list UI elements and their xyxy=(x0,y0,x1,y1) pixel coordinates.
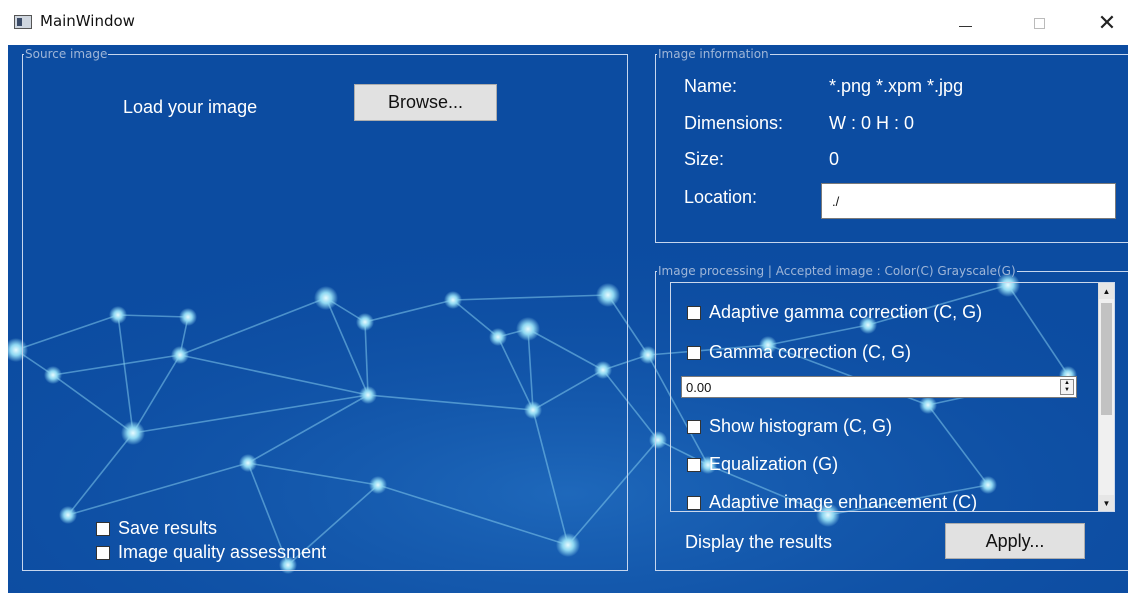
location-input[interactable]: ./ xyxy=(821,183,1116,219)
name-label: Name: xyxy=(684,76,738,96)
scroll-down-arrow-icon[interactable]: ▼ xyxy=(1099,495,1114,511)
client-area: Source image Load your image Browse... S… xyxy=(8,45,1128,593)
dimensions-label: Dimensions: xyxy=(684,113,784,133)
option-equalization-label: Equalization (G) xyxy=(709,454,839,474)
option-adaptive-enhancement-label: Adaptive image enhancement (C) xyxy=(709,492,978,511)
gamma-spinbox[interactable]: 0.00 ▲ ▼ xyxy=(681,376,1077,398)
quality-assessment-label: Image quality assessment xyxy=(118,542,327,562)
quality-assessment-box[interactable] xyxy=(96,545,110,560)
app-window-icon xyxy=(14,15,32,29)
location-label: Location: xyxy=(684,187,758,207)
scrollbar-thumb[interactable] xyxy=(1101,303,1112,415)
minimize-icon xyxy=(958,25,972,27)
option-gamma-correction-label: Gamma correction (C, G) xyxy=(709,342,912,362)
option-equalization-box[interactable] xyxy=(687,457,701,472)
gamma-value-input[interactable]: 0.00 xyxy=(681,376,1077,398)
save-results-box[interactable] xyxy=(96,521,110,536)
option-adaptive-gamma-label: Adaptive gamma correction (C, G) xyxy=(709,302,983,322)
window-title: MainWindow xyxy=(40,12,135,30)
processing-options-list[interactable]: Adaptive gamma correction (C, G) Gamma c… xyxy=(670,282,1115,512)
display-results-label: Display the results xyxy=(685,532,833,552)
vertical-scrollbar[interactable]: ▲ ▼ xyxy=(1098,283,1114,511)
option-adaptive-gamma-box[interactable] xyxy=(687,305,701,320)
quality-assessment-checkbox[interactable]: Image quality assessment xyxy=(96,542,326,563)
size-value: 0 xyxy=(829,149,840,169)
title-bar[interactable]: MainWindow ✕ xyxy=(0,0,1128,45)
scroll-up-arrow-icon[interactable]: ▲ xyxy=(1099,283,1114,299)
maximize-button[interactable] xyxy=(1016,5,1062,41)
option-show-histogram-label: Show histogram (C, G) xyxy=(709,416,893,436)
load-image-label: Load your image xyxy=(123,97,258,117)
option-equalization[interactable]: Equalization (G) xyxy=(687,454,838,475)
option-adaptive-gamma[interactable]: Adaptive gamma correction (C, G) xyxy=(687,302,982,323)
processing-options-viewport: Adaptive gamma correction (C, G) Gamma c… xyxy=(671,283,1099,511)
save-results-label: Save results xyxy=(118,518,218,538)
apply-button[interactable]: Apply... xyxy=(945,523,1085,559)
dimensions-value: W : 0 H : 0 xyxy=(829,113,915,133)
maximize-icon xyxy=(1033,17,1045,29)
image-processing-legend: Image processing | Accepted image : Colo… xyxy=(658,264,1016,278)
source-image-group: Source image xyxy=(22,47,628,571)
name-value: *.png *.xpm *.jpg xyxy=(829,76,964,96)
size-label: Size: xyxy=(684,149,725,169)
option-show-histogram-box[interactable] xyxy=(687,419,701,434)
source-image-legend: Source image xyxy=(25,47,108,61)
option-gamma-correction[interactable]: Gamma correction (C, G) xyxy=(687,342,911,363)
close-button[interactable]: ✕ xyxy=(1084,5,1128,41)
option-gamma-correction-box[interactable] xyxy=(687,345,701,360)
main-window: MainWindow ✕ Source image Load your imag… xyxy=(0,0,1128,593)
spin-up-down-icon[interactable]: ▲ ▼ xyxy=(1060,379,1074,395)
browse-button[interactable]: Browse... xyxy=(354,84,497,121)
option-adaptive-enhancement-box[interactable] xyxy=(687,495,701,510)
minimize-button[interactable] xyxy=(942,5,988,41)
option-show-histogram[interactable]: Show histogram (C, G) xyxy=(687,416,892,437)
save-results-checkbox[interactable]: Save results xyxy=(96,518,217,539)
image-information-legend: Image information xyxy=(658,47,769,61)
option-adaptive-enhancement[interactable]: Adaptive image enhancement (C) xyxy=(687,492,977,511)
